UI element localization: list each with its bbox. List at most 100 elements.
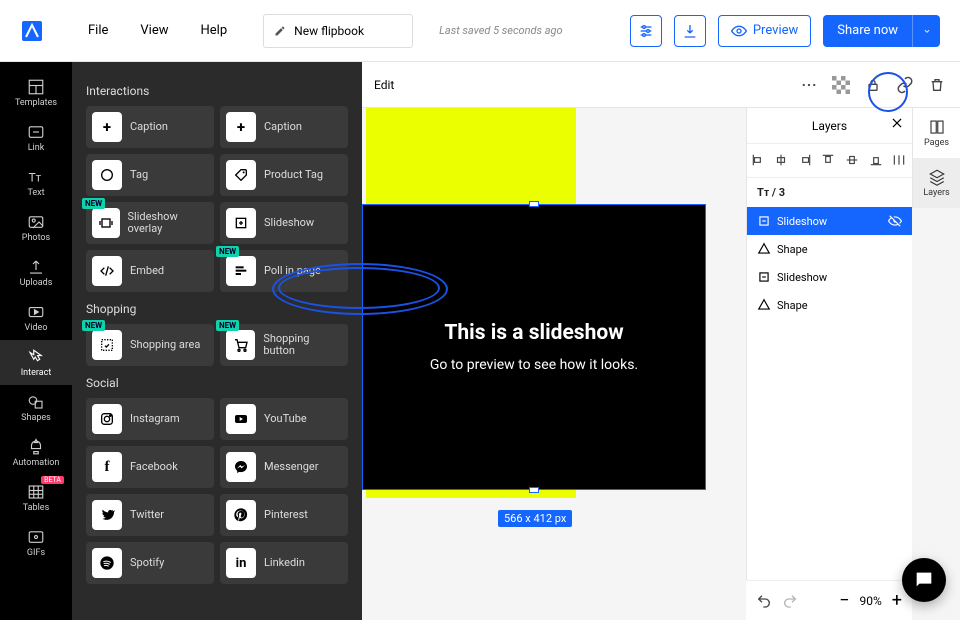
plus-icon: +	[92, 112, 122, 142]
youtube-icon	[226, 404, 256, 434]
right-rail-pages[interactable]: Pages	[913, 108, 960, 158]
rail-tables[interactable]: BETATables	[0, 475, 72, 520]
distribute-icon[interactable]	[892, 153, 908, 169]
close-icon[interactable]	[890, 116, 904, 130]
layers-header: Layers	[747, 108, 912, 144]
visibility-off-icon[interactable]	[888, 214, 902, 228]
align-bottom-icon[interactable]	[869, 153, 885, 169]
facebook-icon: f	[92, 452, 122, 482]
layer-item-slideshow-2[interactable]: Slideshow	[747, 263, 912, 291]
card-spotify[interactable]: Spotify	[86, 542, 214, 584]
delete-icon[interactable]	[926, 74, 948, 96]
edit-strip: Edit	[362, 62, 960, 108]
edit-label[interactable]: Edit	[374, 78, 394, 92]
zoom-value[interactable]: 90%	[860, 594, 882, 608]
layer-item-shape-2[interactable]: Shape	[747, 291, 912, 319]
lock-icon[interactable]	[862, 74, 884, 96]
card-pinterest[interactable]: Pinterest	[220, 494, 348, 536]
align-toolbar	[747, 144, 912, 178]
card-embed[interactable]: Embed	[86, 250, 214, 292]
card-linkedin[interactable]: inLinkedin	[220, 542, 348, 584]
section-shopping-title: Shopping	[86, 302, 348, 316]
card-facebook[interactable]: fFacebook	[86, 446, 214, 488]
share-chevron-icon[interactable]	[912, 15, 940, 47]
slideshow-icon	[226, 208, 256, 238]
rail-photos[interactable]: Photos	[0, 205, 72, 250]
settings-sliders-button[interactable]	[630, 15, 662, 47]
download-button[interactable]	[674, 15, 706, 47]
instagram-icon	[92, 404, 122, 434]
rail-templates[interactable]: Templates	[0, 70, 72, 115]
rail-interact[interactable]: Interact	[0, 340, 72, 385]
embed-icon	[92, 256, 122, 286]
poll-icon	[226, 256, 256, 286]
twitter-icon	[92, 500, 122, 530]
svg-text:Tᴛ: Tᴛ	[29, 170, 42, 184]
circle-icon	[92, 160, 122, 190]
card-twitter[interactable]: Twitter	[86, 494, 214, 536]
card-tag[interactable]: Tag	[86, 154, 214, 196]
card-shopping-button[interactable]: NEWShopping button	[220, 324, 348, 366]
preview-button[interactable]: Preview	[718, 15, 811, 47]
resize-handle-top[interactable]	[529, 201, 539, 207]
card-caption-alt[interactable]: +Caption	[220, 106, 348, 148]
rail-text[interactable]: TᴛText	[0, 160, 72, 205]
messenger-icon	[226, 452, 256, 482]
slideshow-title: This is a slideshow	[444, 321, 623, 345]
layers-count: Tᴛ / 3	[747, 178, 912, 207]
main-menu: File View Help	[88, 23, 227, 38]
card-poll-in-page[interactable]: NEWPoll in page	[220, 250, 348, 292]
layers-panel: Layers Tᴛ / 3 Slideshow Shape Slideshow …	[746, 108, 912, 620]
card-youtube[interactable]: YouTube	[220, 398, 348, 440]
rail-link[interactable]: Link	[0, 115, 72, 160]
flipbook-title-text: New flipbook	[294, 24, 364, 38]
spotify-icon	[92, 548, 122, 578]
more-icon[interactable]	[798, 74, 820, 96]
right-rail-layers[interactable]: Layers	[913, 158, 960, 208]
layer-item-shape-1[interactable]: Shape	[747, 235, 912, 263]
rail-automation[interactable]: Automation	[0, 430, 72, 475]
flipbook-title-input[interactable]: New flipbook	[263, 14, 413, 48]
tag-icon	[226, 160, 256, 190]
card-instagram[interactable]: Instagram	[86, 398, 214, 440]
layer-item-slideshow-1[interactable]: Slideshow	[747, 207, 912, 235]
card-shopping-area[interactable]: NEWShopping area	[86, 324, 214, 366]
align-top-icon[interactable]	[821, 153, 837, 169]
plus-icon: +	[226, 112, 256, 142]
align-left-icon[interactable]	[751, 153, 767, 169]
rail-video[interactable]: Video	[0, 295, 72, 340]
section-social-title: Social	[86, 376, 348, 390]
menu-view[interactable]: View	[140, 23, 168, 38]
zoom-out-icon[interactable]: −	[839, 590, 849, 611]
card-product-tag[interactable]: Product Tag	[220, 154, 348, 196]
right-rail: Pages Layers	[912, 108, 960, 208]
align-center-h-icon[interactable]	[774, 153, 790, 169]
section-interactions-title: Interactions	[86, 84, 348, 98]
share-button[interactable]: Share now	[823, 15, 940, 47]
resize-handle-bottom[interactable]	[529, 487, 539, 493]
rail-uploads[interactable]: Uploads	[0, 250, 72, 295]
menu-file[interactable]: File	[88, 23, 108, 38]
zoom-bar: − 90% +	[746, 580, 912, 620]
card-messenger[interactable]: Messenger	[220, 446, 348, 488]
help-chat-button[interactable]	[902, 558, 946, 602]
link-icon[interactable]	[894, 74, 916, 96]
menu-help[interactable]: Help	[201, 23, 228, 38]
undo-icon[interactable]	[756, 593, 772, 609]
align-center-v-icon[interactable]	[845, 153, 861, 169]
card-slideshow[interactable]: Slideshow	[220, 202, 348, 244]
zoom-in-icon[interactable]: +	[892, 590, 902, 611]
linkedin-icon: in	[226, 548, 256, 578]
redo-icon[interactable]	[782, 593, 798, 609]
card-slideshow-overlay[interactable]: NEWSlideshow overlay	[86, 202, 214, 244]
card-caption[interactable]: +Caption	[86, 106, 214, 148]
cart-icon	[226, 330, 255, 360]
interactions-panel: Interactions +Caption +Caption Tag Produ…	[72, 62, 362, 620]
rail-gifs[interactable]: GIFs	[0, 520, 72, 565]
topbar: File View Help New flipbook Last saved 5…	[0, 0, 960, 62]
slideshow-element[interactable]: This is a slideshow Go to preview to see…	[362, 204, 706, 490]
align-right-icon[interactable]	[798, 153, 814, 169]
transparency-icon[interactable]	[830, 74, 852, 96]
pinterest-icon	[226, 500, 256, 530]
rail-shapes[interactable]: Shapes	[0, 385, 72, 430]
